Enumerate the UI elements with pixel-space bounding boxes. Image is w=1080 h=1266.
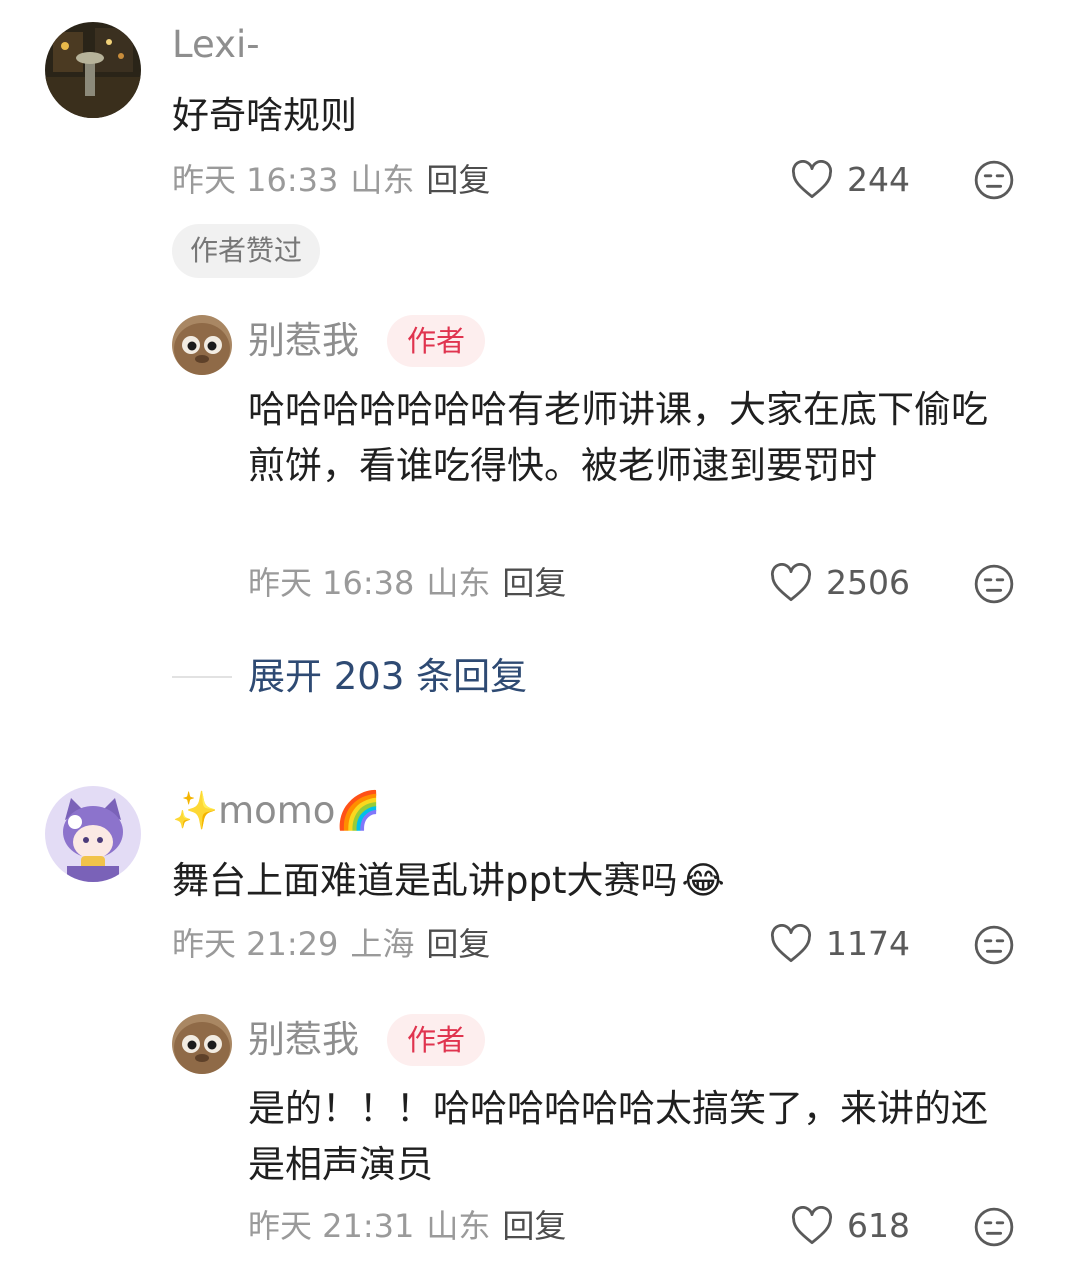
- heart-outline-icon: [791, 1206, 833, 1245]
- expand-replies-label[interactable]: 展开 203 条回复: [248, 654, 527, 700]
- like-button[interactable]: 618: [791, 1202, 910, 1250]
- avatar[interactable]: [45, 786, 141, 882]
- comment-location: 山东: [350, 161, 415, 199]
- laughing-emoji-icon: 😂: [681, 859, 725, 902]
- like-count: 618: [847, 1206, 910, 1245]
- heart-outline-icon: [770, 563, 812, 602]
- author-badge: 作者: [387, 1014, 486, 1066]
- comment-text-line: 舞台上面难道是乱讲ppt大赛吗 😂: [172, 853, 1012, 909]
- comment-username[interactable]: Lexi-: [172, 22, 260, 68]
- reply-username[interactable]: 别惹我: [248, 318, 359, 364]
- reply-button[interactable]: 回复: [426, 161, 490, 199]
- comment-meta: 昨天 16:33 山东 回复: [172, 160, 490, 200]
- avatar[interactable]: [172, 315, 232, 375]
- comment-username[interactable]: ✨momo🌈: [172, 788, 382, 834]
- avatar[interactable]: [172, 1014, 232, 1074]
- like-button[interactable]: 244: [791, 156, 910, 204]
- reply-meta: 昨天 16:38 山东 回复: [248, 563, 566, 603]
- author-badge: 作者: [387, 315, 486, 367]
- unamused-face-icon[interactable]: [973, 924, 1015, 966]
- reply-location: 山东: [426, 1207, 491, 1245]
- author-liked-chip: 作者赞过: [172, 224, 321, 278]
- expand-replies-button[interactable]: 展开 203 条回复: [172, 654, 527, 700]
- heart-outline-icon: [791, 160, 833, 199]
- comment-time: 昨天 16:33: [172, 161, 339, 199]
- comment-location: 上海: [350, 925, 415, 963]
- reply-time: 昨天 21:31: [248, 1207, 415, 1245]
- like-count: 1174: [826, 924, 910, 963]
- divider: [172, 676, 232, 678]
- comment-text: 舞台上面难道是乱讲ppt大赛吗: [172, 859, 678, 902]
- like-button[interactable]: 2506: [770, 559, 910, 607]
- like-button[interactable]: 1174: [770, 920, 910, 968]
- reply-location: 山东: [426, 564, 491, 602]
- reply-button[interactable]: 回复: [426, 925, 490, 963]
- reply-text: 哈哈哈哈哈哈哈有老师讲课，大家在底下偷吃煎饼，看谁吃得快。被老师逮到要罚时: [248, 388, 988, 487]
- reply-button[interactable]: 回复: [502, 564, 566, 602]
- reply-text: 是的！！！哈哈哈哈哈哈太搞笑了，来讲的还是相声演员: [248, 1087, 988, 1186]
- comment-meta: 昨天 21:29 上海 回复: [172, 924, 490, 964]
- comment-text: 好奇啥规则: [172, 94, 357, 137]
- unamused-face-icon[interactable]: [973, 1206, 1015, 1248]
- unamused-face-icon[interactable]: [973, 159, 1015, 201]
- unamused-face-icon[interactable]: [973, 563, 1015, 605]
- comment-time: 昨天 21:29: [172, 925, 339, 963]
- like-count: 2506: [826, 563, 910, 602]
- reply-time: 昨天 16:38: [248, 564, 415, 602]
- reply-button[interactable]: 回复: [502, 1207, 566, 1245]
- avatar[interactable]: [45, 22, 141, 118]
- reply-username[interactable]: 别惹我: [248, 1017, 359, 1063]
- heart-outline-icon: [770, 924, 812, 963]
- reply-meta: 昨天 21:31 山东 回复: [248, 1206, 566, 1246]
- like-count: 244: [847, 160, 910, 199]
